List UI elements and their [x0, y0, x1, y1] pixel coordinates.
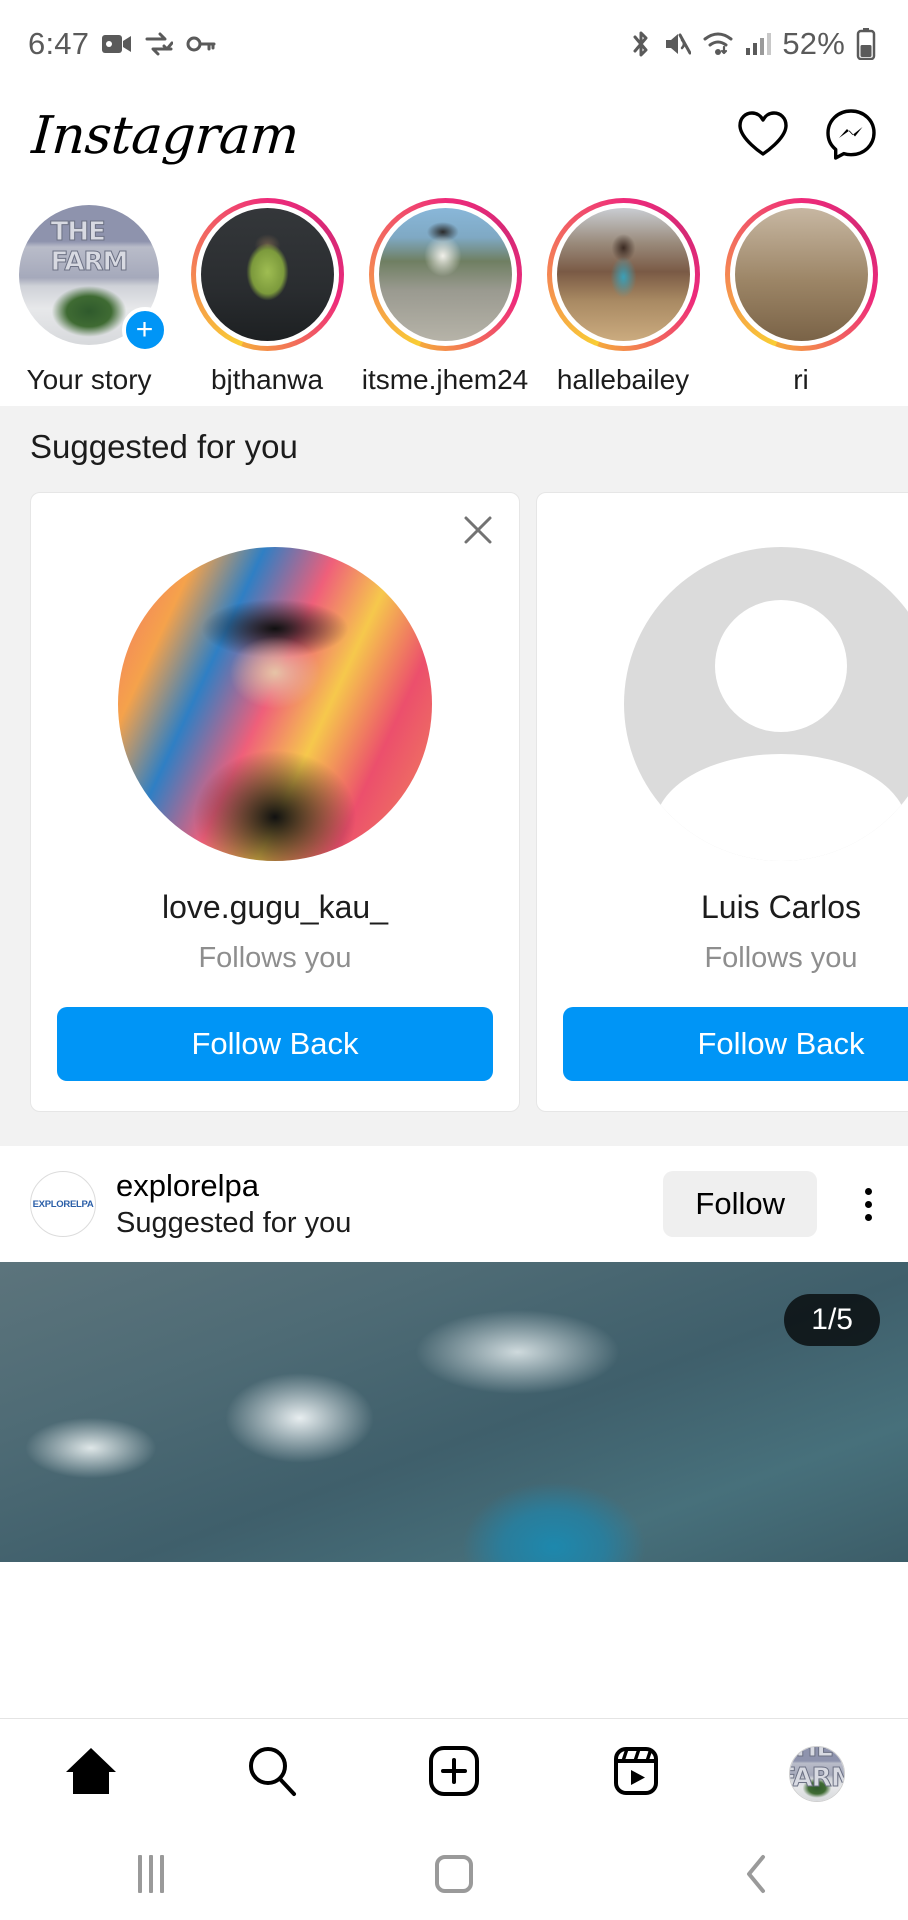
- instagram-logo[interactable]: Instagram: [30, 106, 301, 166]
- home-icon: [63, 1744, 119, 1803]
- header-actions: [736, 107, 878, 166]
- post-subtitle: Suggested for you: [116, 1207, 352, 1240]
- bluetooth-icon: [630, 29, 652, 59]
- suggested-cards-row[interactable]: love.gugu_kau_ Follows you Follow Back L…: [0, 492, 908, 1146]
- heart-icon[interactable]: [736, 109, 790, 164]
- story-item-hallebailey[interactable]: hallebailey: [534, 198, 712, 396]
- nav-home[interactable]: [36, 1719, 146, 1829]
- story-ring: [724, 198, 878, 351]
- back-chevron-icon[interactable]: [697, 1828, 817, 1920]
- home-button-icon[interactable]: [394, 1828, 514, 1920]
- story-ring: [190, 198, 344, 351]
- story-label: Your story: [26, 364, 152, 395]
- recents-icon[interactable]: [91, 1828, 211, 1920]
- video-camera-icon: [102, 33, 132, 55]
- story-label: bjthanwa: [210, 364, 324, 395]
- suggested-subtitle: Follows you: [704, 942, 858, 974]
- status-time: 6:47: [28, 26, 90, 61]
- post-header: EXPLORELPA explorelpa Suggested for you …: [0, 1146, 908, 1262]
- post-image[interactable]: 1/5: [0, 1262, 908, 1562]
- follow-back-button[interactable]: Follow Back: [57, 1007, 493, 1081]
- search-icon: [245, 1744, 299, 1803]
- avatar: [624, 547, 908, 861]
- story-ring: [368, 198, 522, 351]
- follow-back-button[interactable]: Follow Back: [563, 1007, 908, 1081]
- add-story-badge[interactable]: +: [121, 307, 168, 353]
- nav-reels[interactable]: [581, 1719, 691, 1829]
- nav-search[interactable]: [217, 1719, 327, 1829]
- messenger-icon[interactable]: [824, 107, 878, 166]
- stories-tray[interactable]: + Your story bjthanwa itsme.jhem24: [0, 184, 908, 406]
- story-item-partial[interactable]: ri: [712, 198, 890, 396]
- post-username[interactable]: explorelpa: [116, 1168, 643, 1204]
- avatar: [118, 547, 432, 861]
- battery-icon: [856, 28, 876, 60]
- data-transfer-icon: [145, 32, 174, 56]
- follow-button[interactable]: Follow: [663, 1171, 817, 1237]
- close-icon[interactable]: [459, 511, 497, 554]
- status-bar-right: 52%: [630, 26, 876, 62]
- story-item-your-story[interactable]: + Your story: [0, 198, 178, 396]
- story-photo: [556, 208, 690, 341]
- story-avatar: [734, 208, 868, 341]
- post-avatar-label: EXPLORELPA: [32, 1198, 94, 1210]
- vpn-key-icon: [186, 34, 216, 54]
- status-bar-left: 6:47: [28, 26, 216, 62]
- profile-avatar-icon: [789, 1745, 846, 1802]
- app-header: Instagram: [0, 88, 908, 184]
- android-navigation-bar: [0, 1828, 908, 1920]
- suggested-username: Luis Carlos: [700, 889, 862, 925]
- post-avatar[interactable]: EXPLORELPA: [30, 1171, 96, 1237]
- suggested-username: love.gugu_kau_: [162, 889, 388, 925]
- suggested-subtitle: Follows you: [198, 942, 352, 974]
- story-photo: [734, 208, 868, 341]
- story-label: itsme.jhem24: [361, 364, 529, 395]
- reels-icon: [609, 1744, 663, 1803]
- status-bar: 6:47 52%: [0, 0, 908, 88]
- suggested-card[interactable]: Luis Carlos Follows you Follow Back: [536, 492, 908, 1112]
- suggested-title: Suggested for you: [30, 428, 298, 465]
- nav-profile[interactable]: [762, 1719, 872, 1829]
- story-label: ri: [793, 364, 809, 395]
- story-avatar: [200, 208, 334, 341]
- story-photo: [200, 208, 334, 341]
- story-photo: [378, 208, 512, 341]
- suggested-avatar-photo: [118, 547, 432, 861]
- story-item-itsme-jhem24[interactable]: itsme.jhem24: [356, 198, 534, 396]
- story-avatar: [378, 208, 512, 341]
- three-dot-menu-icon[interactable]: [855, 1182, 882, 1227]
- create-post-icon: [427, 1744, 481, 1803]
- post-meta: explorelpa Suggested for you: [116, 1168, 643, 1241]
- carousel-indicator: 1/5: [784, 1294, 880, 1346]
- story-ring: +: [13, 198, 168, 353]
- nav-create-post[interactable]: [399, 1719, 509, 1829]
- bottom-navigation-bar: [0, 1718, 908, 1828]
- story-avatar: [556, 208, 690, 341]
- story-item-bjthanwa[interactable]: bjthanwa: [178, 198, 356, 396]
- wifi-icon: [702, 31, 734, 57]
- battery-percent: 52%: [782, 26, 845, 61]
- suggested-card[interactable]: love.gugu_kau_ Follows you Follow Back: [30, 492, 520, 1112]
- default-avatar-icon: [624, 547, 908, 861]
- story-label: hallebailey: [556, 364, 690, 395]
- mute-icon: [663, 31, 692, 57]
- story-ring: [546, 198, 700, 351]
- suggested-section: Suggested for you love.gugu_kau_ Follows…: [0, 406, 908, 1146]
- cellular-signal-icon: [745, 32, 772, 56]
